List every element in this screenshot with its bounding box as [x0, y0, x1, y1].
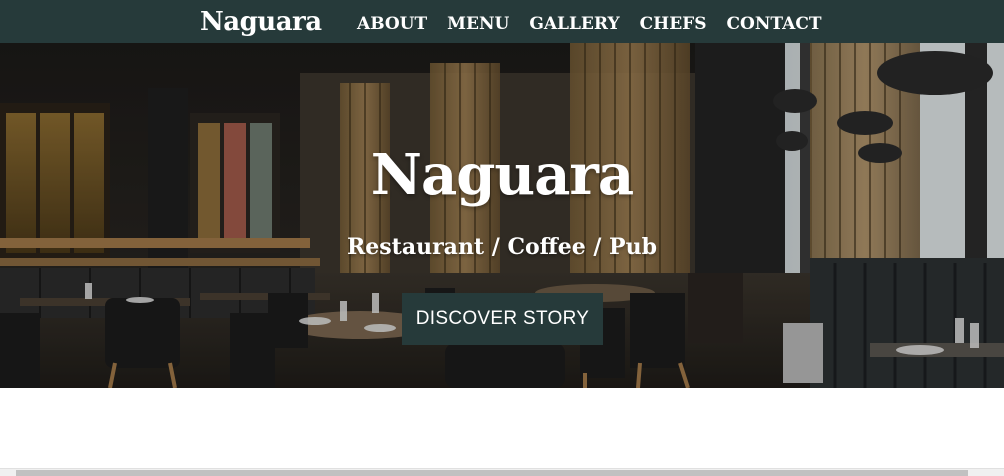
brand-logo[interactable]: Naguara [200, 6, 322, 38]
scrollbar-thumb[interactable] [16, 470, 968, 476]
nav-links: ABOUT MENU GALLERY CHEFS CONTACT [357, 13, 842, 35]
nav-link-about[interactable]: ABOUT [357, 13, 427, 35]
hero-title: Naguara [370, 142, 634, 208]
discover-story-button[interactable]: DISCOVER STORY [402, 293, 603, 345]
nav-link-chefs[interactable]: CHEFS [640, 13, 707, 35]
hero-subtitle: Restaurant / Coffee / Pub [347, 234, 657, 260]
nav-link-contact[interactable]: CONTACT [727, 13, 822, 35]
horizontal-scrollbar[interactable] [0, 468, 1004, 476]
nav-link-gallery[interactable]: GALLERY [529, 13, 619, 35]
top-navbar: Naguara ABOUT MENU GALLERY CHEFS CONTACT [0, 0, 1004, 43]
nav-link-menu[interactable]: MENU [447, 13, 509, 35]
hero-section: Naguara Restaurant / Coffee / Pub DISCOV… [0, 43, 1004, 388]
